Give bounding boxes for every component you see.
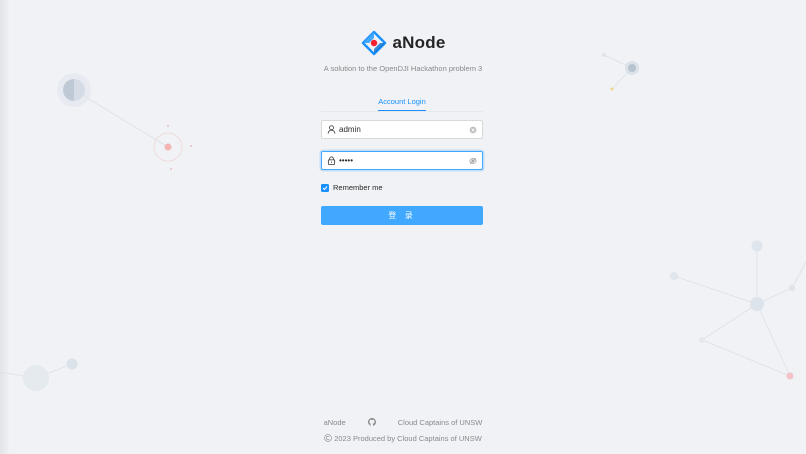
- footer-link-anode[interactable]: aNode: [324, 418, 346, 427]
- password-field[interactable]: [321, 151, 483, 170]
- app-description: A solution to the OpenDJI Hackathon prob…: [323, 64, 483, 73]
- username-field[interactable]: [321, 120, 483, 139]
- brand: aNode: [0, 30, 806, 56]
- login-button[interactable]: 登 录: [321, 206, 483, 225]
- github-icon[interactable]: [367, 418, 376, 426]
- footer-link-cloud-captains[interactable]: Cloud Captains of UNSW: [398, 418, 483, 427]
- username-input[interactable]: [339, 122, 469, 137]
- eye-invisible-icon[interactable]: [469, 157, 477, 165]
- remember-checkbox[interactable]: [321, 183, 329, 192]
- remember-label: Remember me: [333, 183, 383, 192]
- login-header: aNode A solution to the OpenDJI Hackatho…: [0, 30, 806, 73]
- app-title: aNode: [392, 33, 446, 52]
- copyright-icon: [324, 434, 332, 442]
- remember-me[interactable]: Remember me: [321, 183, 383, 192]
- login-tabs: Account Login: [321, 91, 483, 112]
- password-input[interactable]: [339, 153, 469, 168]
- copyright: 2023 Produced by Cloud Captains of UNSW: [0, 432, 806, 444]
- footer: aNode Cloud Captains of UNSW 2023 Produc…: [0, 416, 806, 444]
- footer-links: aNode Cloud Captains of UNSW: [0, 416, 806, 428]
- user-icon: [327, 125, 336, 134]
- clear-icon[interactable]: [469, 126, 477, 134]
- copyright-text: 2023 Produced by Cloud Captains of UNSW: [334, 433, 482, 443]
- lock-icon: [327, 156, 336, 165]
- tab-active-indicator: [378, 109, 426, 111]
- tab-label: Account Login: [378, 97, 426, 106]
- tab-account-login[interactable]: Account Login: [378, 92, 426, 111]
- logo-icon: [361, 30, 387, 56]
